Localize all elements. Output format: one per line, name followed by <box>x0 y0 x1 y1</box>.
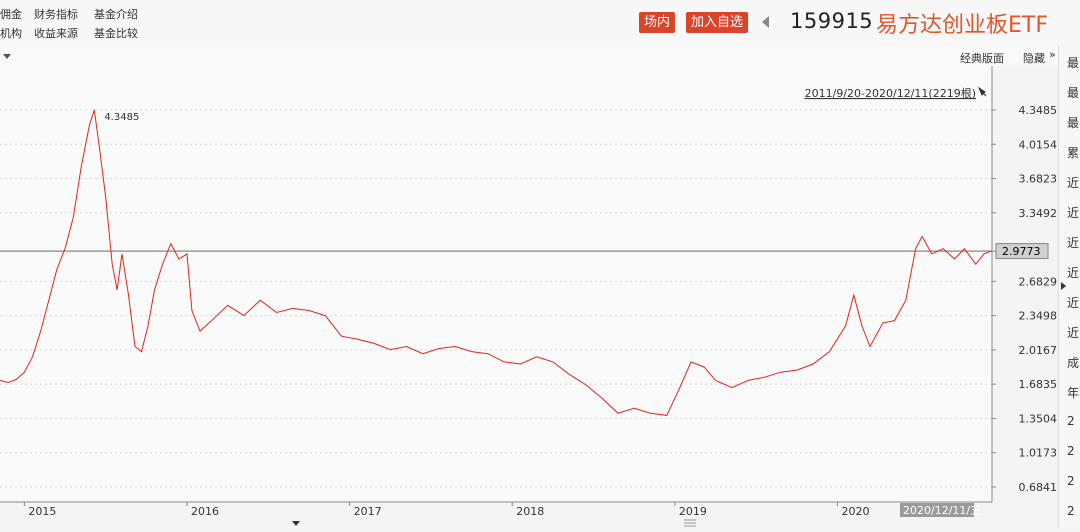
nav-link-income-source[interactable]: 收益来源 <box>34 25 78 41</box>
back-arrow-icon[interactable] <box>762 16 769 28</box>
nav-link-fund-compare[interactable]: 基金比较 <box>94 25 138 41</box>
side-label: 近 <box>1067 326 1080 340</box>
x-tick-label: 2017 <box>354 505 382 518</box>
side-label: 最 <box>1067 86 1080 100</box>
side-label: 2 <box>1067 474 1075 488</box>
side-label: 累 <box>1067 146 1080 160</box>
resize-handle-icon[interactable] <box>684 519 696 527</box>
side-label: 2 <box>1067 504 1075 518</box>
classic-layout-link[interactable]: 经典版面 <box>960 50 1004 66</box>
x-tick-label: 2018 <box>516 505 544 518</box>
x-tick-label: 2019 <box>679 505 707 518</box>
price-chart[interactable]: 4.3485 4.0154 3.6823 3.3492 2.6829 2.3498 2.01… <box>0 66 1058 528</box>
nav-link-fund-intro[interactable]: 基金介绍 <box>94 6 138 22</box>
side-label: 2 <box>1067 444 1075 458</box>
y-tick-label: 1.3504 <box>1019 412 1058 425</box>
side-label: 近 <box>1067 206 1080 220</box>
x-tick-label: 2016 <box>191 505 219 518</box>
side-label: 最 <box>1067 116 1080 130</box>
y-tick-label: 1.0173 <box>1019 447 1058 460</box>
y-tick-label: 3.6823 <box>1019 173 1058 186</box>
current-value-text: 2.9773 <box>1002 245 1041 258</box>
y-tick-label: 4.3485 <box>1019 104 1058 117</box>
nav-link-commission[interactable]: 佣金 <box>0 6 22 22</box>
nav-link-financial-indicators[interactable]: 财务指标 <box>34 6 78 22</box>
y-tick-label: 2.0167 <box>1019 344 1058 357</box>
side-label: 年 <box>1067 386 1080 400</box>
add-watchlist-button[interactable]: 加入自选 <box>686 12 749 33</box>
expand-right-icon[interactable] <box>1061 282 1066 290</box>
chart-toolbar <box>0 46 1058 66</box>
peak-label: 4.3485 <box>104 112 139 123</box>
x-tick-label: 2015 <box>28 505 56 518</box>
plot-background <box>0 66 992 502</box>
y-tick-label: 2.6829 <box>1019 275 1058 288</box>
nav-link-institution[interactable]: 机构 <box>0 25 22 41</box>
y-tick-label: 4.0154 <box>1019 138 1058 151</box>
range-label[interactable]: 2011/9/20-2020/12/11(2219根) <box>805 86 976 100</box>
side-label: 近 <box>1067 266 1080 280</box>
side-label: 近 <box>1067 176 1080 190</box>
side-label: 2 <box>1067 414 1075 428</box>
hide-arrow-icon[interactable]: » <box>1049 48 1056 61</box>
hide-link[interactable]: 隐藏 <box>1023 50 1045 66</box>
side-label: 近 <box>1067 296 1080 310</box>
fund-name: 易方达创业板ETF <box>876 13 1048 38</box>
x-tick-label: 2020 <box>842 505 870 518</box>
side-label: 成 <box>1067 356 1080 370</box>
scroll-down-icon[interactable] <box>292 521 300 526</box>
y-tick-label: 1.6835 <box>1019 378 1058 391</box>
y-tick-label: 0.6841 <box>1019 481 1058 494</box>
side-label: 近 <box>1067 236 1080 250</box>
chart-area[interactable]: 4.3485 4.0154 3.6823 3.3492 2.6829 2.3498 2.01… <box>0 66 1058 528</box>
y-tick-label: 2.3498 <box>1019 310 1058 323</box>
y-tick-label: 3.3492 <box>1019 207 1058 220</box>
fund-code: 159915 <box>790 9 874 33</box>
caret-down-icon[interactable] <box>3 54 11 59</box>
current-date-text: 2020/12/11/五 <box>903 504 981 517</box>
market-button[interactable]: 场内 <box>639 12 676 33</box>
side-label: 最 <box>1067 56 1080 70</box>
top-bar: 佣金 财务指标 基金介绍 机构 收益来源 基金比较 场内 加入自选 159915… <box>0 0 1080 47</box>
